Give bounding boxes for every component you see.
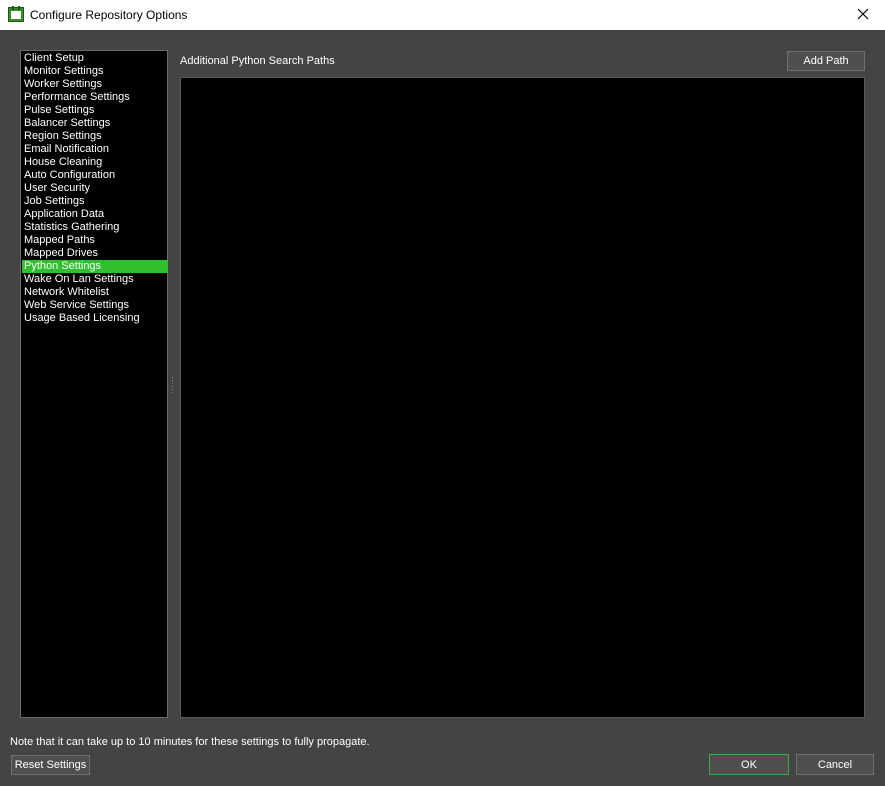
sidebar-item-network-whitelist[interactable]: Network Whitelist bbox=[22, 286, 168, 299]
splitter-handle[interactable] bbox=[171, 377, 174, 395]
settings-category-list[interactable]: Client Setup Monitor Settings Worker Setti… bbox=[20, 50, 168, 718]
sidebar-item-usage-based-licensing[interactable]: Usage Based Licensing bbox=[22, 312, 168, 325]
sidebar-item-house-cleaning[interactable]: House Cleaning bbox=[22, 156, 168, 169]
sidebar-item-balancer-settings[interactable]: Balancer Settings bbox=[22, 117, 168, 130]
title-bar: Configure Repository Options bbox=[0, 0, 885, 30]
sidebar-item-statistics-gathering[interactable]: Statistics Gathering bbox=[22, 221, 168, 234]
deadline-icon bbox=[8, 6, 24, 22]
add-path-button[interactable]: Add Path bbox=[787, 51, 865, 71]
sidebar-item-monitor-settings[interactable]: Monitor Settings bbox=[22, 65, 168, 78]
close-icon bbox=[857, 8, 869, 23]
reset-settings-button[interactable]: Reset Settings bbox=[11, 755, 90, 775]
sidebar-item-mapped-drives[interactable]: Mapped Drives bbox=[22, 247, 168, 260]
window-title: Configure Repository Options bbox=[30, 8, 188, 22]
sidebar-item-python-settings[interactable]: Python Settings bbox=[22, 260, 168, 273]
sidebar-item-worker-settings[interactable]: Worker Settings bbox=[22, 78, 168, 91]
sidebar-item-performance-settings[interactable]: Performance Settings bbox=[22, 91, 168, 104]
python-search-paths-label: Additional Python Search Paths bbox=[180, 55, 335, 67]
close-button[interactable] bbox=[841, 0, 885, 30]
python-search-paths-list[interactable] bbox=[180, 77, 865, 718]
sidebar-item-application-data[interactable]: Application Data bbox=[22, 208, 168, 221]
sidebar-item-wake-on-lan-settings[interactable]: Wake On Lan Settings bbox=[22, 273, 168, 286]
propagation-note: Note that it can take up to 10 minutes f… bbox=[10, 736, 370, 748]
sidebar-item-pulse-settings[interactable]: Pulse Settings bbox=[22, 104, 168, 117]
sidebar-item-user-security[interactable]: User Security bbox=[22, 182, 168, 195]
sidebar-item-region-settings[interactable]: Region Settings bbox=[22, 130, 168, 143]
sidebar-item-client-setup[interactable]: Client Setup bbox=[22, 52, 168, 65]
sidebar-item-auto-configuration[interactable]: Auto Configuration bbox=[22, 169, 168, 182]
cancel-button[interactable]: Cancel bbox=[796, 754, 874, 775]
sidebar-item-email-notification[interactable]: Email Notification bbox=[22, 143, 168, 156]
sidebar-item-mapped-paths[interactable]: Mapped Paths bbox=[22, 234, 168, 247]
sidebar-item-web-service-settings[interactable]: Web Service Settings bbox=[22, 299, 168, 312]
sidebar-item-job-settings[interactable]: Job Settings bbox=[22, 195, 168, 208]
ok-button[interactable]: OK bbox=[709, 754, 789, 775]
